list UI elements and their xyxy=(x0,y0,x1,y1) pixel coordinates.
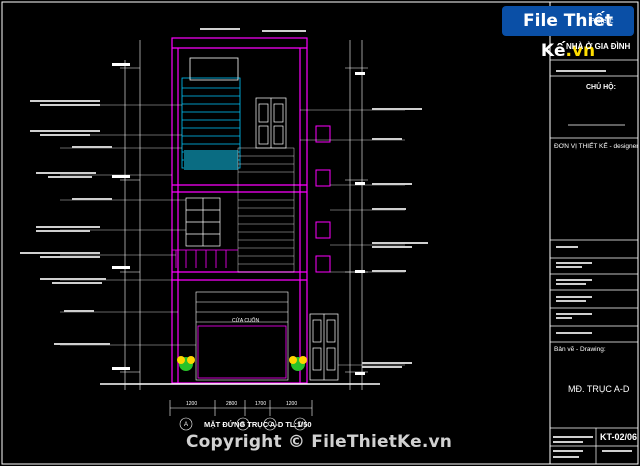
door-opening xyxy=(197,325,287,379)
sheet-number: KT-02/06 xyxy=(600,432,638,442)
dimension-4: 1200 xyxy=(286,401,297,407)
door-label: CỬA CUỐN xyxy=(232,318,260,324)
ground-side-door xyxy=(309,313,339,381)
project-name: NHÀ Ở GIA ĐÌNH xyxy=(566,42,631,51)
elevation-drawing: 1200 2800 1700 1200 A B C D xyxy=(1,1,639,465)
upper-door xyxy=(255,97,287,149)
dimension-3: 1700 xyxy=(255,401,266,407)
axis-a: A xyxy=(184,422,188,428)
drawing-label: Bản vẽ - Drawing: xyxy=(554,346,606,353)
annotation-text-bars xyxy=(20,28,428,368)
drawing-title: MĐ. TRỤC A-D xyxy=(568,384,630,394)
right-dimension-lines xyxy=(345,40,368,390)
designer-label: ĐƠN VỊ THIẾT KẾ - designer xyxy=(554,143,639,150)
project-header: Project: xyxy=(590,18,614,25)
site-logo: File Thiết Kế.vn xyxy=(502,6,634,61)
drawing-caption: MẶT ĐỨNG TRỤC A-D TL:1/50 xyxy=(204,420,312,429)
dimension-texts: 1200 2800 1700 1200 xyxy=(186,401,297,407)
drawing-frame xyxy=(1,1,639,465)
owner-label: CHỦ HỘ: xyxy=(586,84,616,91)
side-windows xyxy=(315,125,331,273)
dimension-2: 2800 xyxy=(226,401,237,407)
glass-panel xyxy=(184,150,238,170)
title-block-small-text xyxy=(553,70,632,458)
left-dimension-lines xyxy=(120,40,141,390)
dimension-1: 1200 xyxy=(186,401,197,407)
brick-column xyxy=(237,147,295,273)
balcony-rail xyxy=(172,249,238,268)
mid-window xyxy=(185,197,221,247)
copyright-watermark: Copyright © FileThietKe.vn xyxy=(186,432,453,452)
